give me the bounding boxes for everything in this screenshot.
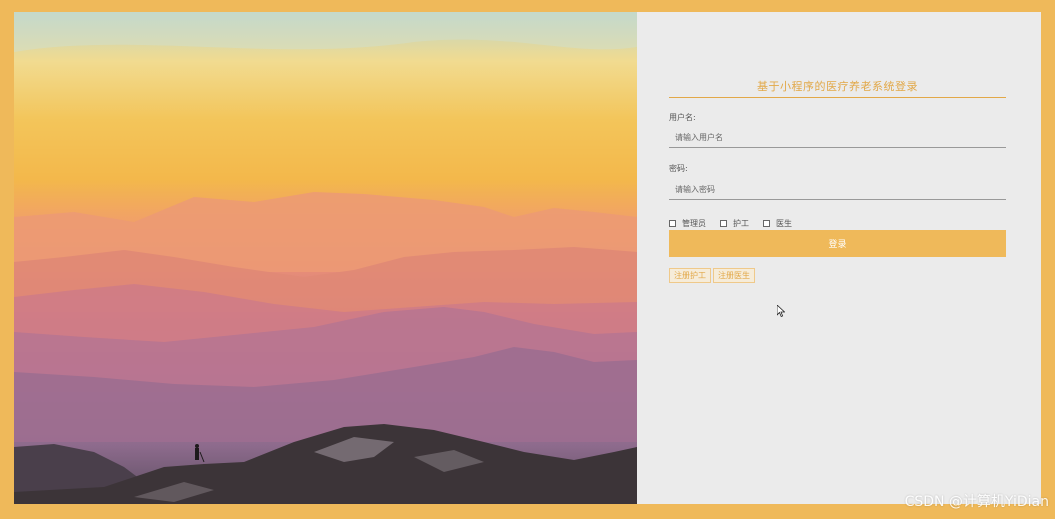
register-links: 注册护工 注册医生 [669, 268, 757, 283]
mouse-pointer-icon [776, 302, 786, 321]
hero-landscape-image [14, 12, 637, 504]
login-button[interactable]: 登录 [669, 230, 1006, 257]
checkbox-caregiver[interactable] [720, 220, 727, 227]
title-divider [669, 97, 1006, 98]
watermark-text: CSDN @计算机YiDian [904, 494, 1049, 510]
checkbox-doctor[interactable] [763, 220, 770, 227]
hiker-silhouette [195, 444, 205, 463]
role-option-doctor[interactable]: 医生 [763, 218, 792, 229]
mountain-illustration [14, 12, 637, 504]
password-label: 密码: [669, 164, 688, 173]
role-label-admin: 管理员 [682, 219, 706, 228]
username-input[interactable] [669, 128, 1006, 148]
checkbox-admin[interactable] [669, 220, 676, 227]
login-panel: 基于小程序的医疗养老系统登录 用户名: 密码: 管理员 护工 医生 登录 注册护… [637, 12, 1041, 504]
register-doctor-link[interactable]: 注册医生 [713, 268, 755, 283]
username-label: 用户名: [669, 113, 696, 122]
role-option-admin[interactable]: 管理员 [669, 218, 706, 229]
register-caregiver-link[interactable]: 注册护工 [669, 268, 711, 283]
role-label-doctor: 医生 [776, 219, 792, 228]
role-label-caregiver: 护工 [733, 219, 749, 228]
login-title: 基于小程序的医疗养老系统登录 [757, 80, 918, 93]
role-option-caregiver[interactable]: 护工 [720, 218, 749, 229]
role-selector: 管理员 护工 医生 [669, 218, 806, 229]
app-frame: 基于小程序的医疗养老系统登录 用户名: 密码: 管理员 护工 医生 登录 注册护… [14, 12, 1041, 504]
password-input[interactable] [669, 180, 1006, 200]
